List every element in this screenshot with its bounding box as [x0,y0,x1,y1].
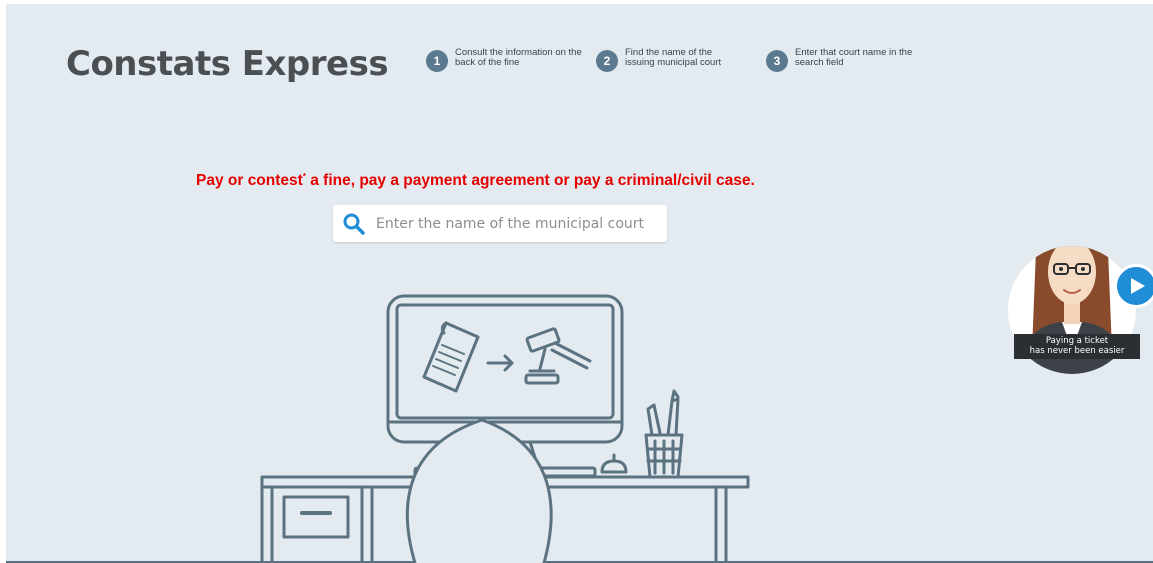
search-icon[interactable] [342,212,366,236]
step-text: Find the name of the issuing municipal c… [625,47,722,68]
caption-line-2: has never been easier [1029,346,1125,356]
court-search-input[interactable] [374,214,658,233]
play-icon [1130,278,1145,294]
step-number-badge: 3 [766,50,788,72]
step-1: 1 Consult the information on the back of… [426,48,585,72]
step-number-badge: 2 [596,50,618,72]
desk-illustration [260,294,750,563]
arrow-right-icon [486,354,514,372]
caption-line-1: Paying a ticket [1045,336,1109,346]
step-2: 2 Find the name of the issuing municipal… [596,48,737,72]
pen-holder-icon [644,389,684,479]
headline-text-part2: a fine, pay a payment agreement or pay a… [305,172,755,190]
step-3: 3 Enter that court name in the search fi… [766,48,920,72]
step-number-badge: 1 [426,50,448,72]
assistant-caption: Paying a ticket has never been easier [1014,334,1140,359]
court-search-box[interactable] [333,205,667,242]
gavel-icon [524,327,592,385]
step-text: Enter that court name in the search fiel… [795,47,913,68]
main-headline: Pay or contest* a fine, pay a payment ag… [196,172,755,190]
document-icon [422,321,480,393]
play-video-button[interactable] [1114,264,1153,308]
headline-text-part1: Pay or contest [196,172,303,190]
site-logo[interactable]: Constats Express [66,44,389,84]
step-text: Consult the information on the back of t… [455,47,582,68]
